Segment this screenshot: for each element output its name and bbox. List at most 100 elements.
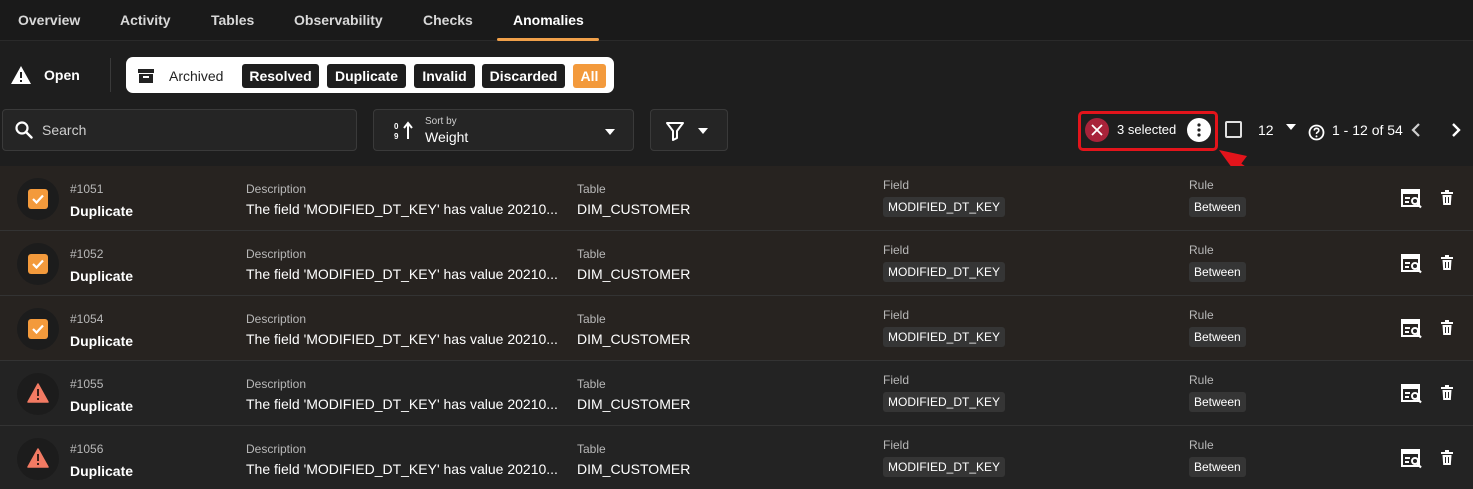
field-label: Field: [883, 438, 910, 452]
archived-button[interactable]: Archived: [137, 64, 223, 88]
page-size-select[interactable]: 12: [1258, 122, 1274, 138]
tab-overview[interactable]: Overview: [18, 0, 80, 41]
row-avatar[interactable]: [17, 438, 59, 480]
rule-tag: Between: [1189, 197, 1246, 217]
inspect-icon[interactable]: [1401, 254, 1423, 274]
anomaly-row[interactable]: #1054 Duplicate Description The field 'M…: [0, 296, 1473, 361]
warning-icon: [27, 448, 49, 468]
tab-checks[interactable]: Checks: [423, 0, 473, 41]
rule-tag: Between: [1189, 457, 1246, 477]
chip-all[interactable]: All: [573, 64, 606, 88]
field-tag: MODIFIED_DT_KEY: [883, 262, 1006, 282]
rule-label: Rule: [1189, 373, 1214, 387]
chevron-right-icon[interactable]: [1450, 121, 1462, 139]
close-icon: [1091, 124, 1103, 136]
trash-icon[interactable]: [1440, 255, 1454, 271]
sort-value: Weight: [425, 129, 469, 145]
description-label: Description: [246, 312, 307, 326]
chip-invalid[interactable]: Invalid: [414, 64, 475, 88]
field-label: Field: [883, 373, 910, 387]
select-all-checkbox[interactable]: [1225, 121, 1242, 138]
rule-tag: Between: [1189, 392, 1246, 412]
anomaly-id: #1056: [70, 442, 104, 456]
checkbox-checked-icon: [32, 259, 44, 270]
description-label: Description: [246, 377, 307, 391]
description-label: Description: [246, 182, 307, 196]
anomaly-row[interactable]: #1051 Duplicate Description The field 'M…: [0, 166, 1473, 231]
trash-icon[interactable]: [1440, 190, 1454, 206]
description-value: The field 'MODIFIED_DT_KEY' has value 20…: [246, 201, 558, 217]
top-tab-bar: Overview Activity Tables Observability C…: [0, 0, 1473, 41]
bulk-actions-button[interactable]: [1187, 118, 1211, 142]
search-box: [2, 109, 357, 151]
chip-duplicate[interactable]: Duplicate: [327, 64, 406, 88]
divider: [110, 58, 111, 92]
row-avatar[interactable]: [17, 373, 59, 415]
caret-down-icon: [605, 129, 615, 135]
table-label: Table: [577, 442, 606, 456]
field-tag: MODIFIED_DT_KEY: [883, 197, 1006, 217]
anomaly-id: #1054: [70, 312, 104, 326]
anomaly-row[interactable]: #1056 Duplicate Description The field 'M…: [0, 426, 1473, 489]
tab-anomalies[interactable]: Anomalies: [513, 0, 584, 41]
filter-button[interactable]: [650, 109, 728, 151]
chip-resolved[interactable]: Resolved: [242, 64, 319, 88]
rule-label: Rule: [1189, 243, 1214, 257]
table-label: Table: [577, 377, 606, 391]
search-input[interactable]: [42, 122, 332, 138]
caret-down-icon[interactable]: [1285, 123, 1297, 131]
inspect-icon[interactable]: [1401, 384, 1423, 404]
tab-activity[interactable]: Activity: [120, 0, 171, 41]
svg-text:9: 9: [394, 132, 399, 141]
inspect-icon[interactable]: [1401, 189, 1423, 209]
status-open-label: Open: [44, 67, 80, 83]
description-value: The field 'MODIFIED_DT_KEY' has value 20…: [246, 331, 558, 347]
search-icon: [15, 121, 33, 139]
table-label: Table: [577, 247, 606, 261]
svg-text:0: 0: [394, 122, 399, 131]
caret-down-icon: [698, 128, 708, 134]
sort-icon: 0 9: [394, 121, 413, 141]
checkbox-checked-icon: [32, 194, 44, 205]
trash-icon[interactable]: [1440, 450, 1454, 466]
anomaly-row[interactable]: #1052 Duplicate Description The field 'M…: [0, 231, 1473, 296]
clear-selection-button[interactable]: [1085, 118, 1109, 142]
anomaly-type: Duplicate: [70, 203, 134, 219]
rule-label: Rule: [1189, 308, 1214, 322]
description-label: Description: [246, 247, 307, 261]
warning-icon: [27, 383, 49, 403]
inspect-icon[interactable]: [1401, 319, 1423, 339]
anomaly-id: #1051: [70, 182, 104, 196]
more-vertical-icon: [1197, 123, 1201, 137]
trash-icon[interactable]: [1440, 385, 1454, 401]
anomaly-type: Duplicate: [70, 463, 134, 479]
anomaly-row[interactable]: #1055 Duplicate Description The field 'M…: [0, 361, 1473, 426]
field-label: Field: [883, 178, 910, 192]
field-label: Field: [883, 243, 910, 257]
inspect-icon[interactable]: [1401, 449, 1423, 469]
field-tag: MODIFIED_DT_KEY: [883, 327, 1006, 347]
rule-label: Rule: [1189, 438, 1214, 452]
help-icon[interactable]: [1308, 124, 1325, 141]
sort-dropdown[interactable]: 0 9 Sort by Weight: [373, 109, 634, 151]
row-checkbox[interactable]: [28, 189, 48, 209]
tab-observability[interactable]: Observability: [294, 0, 383, 41]
row-checkbox[interactable]: [28, 319, 48, 339]
field-tag: MODIFIED_DT_KEY: [883, 457, 1006, 477]
description-label: Description: [246, 442, 307, 456]
table-value: DIM_CUSTOMER: [577, 461, 691, 477]
rule-label: Rule: [1189, 178, 1214, 192]
chevron-left-icon[interactable]: [1410, 121, 1422, 139]
trash-icon[interactable]: [1440, 320, 1454, 336]
status-open-button[interactable]: Open: [10, 60, 80, 90]
tab-tables[interactable]: Tables: [211, 0, 254, 41]
selected-count: 3 selected: [1117, 122, 1177, 137]
filter-icon: [666, 122, 684, 141]
row-checkbox[interactable]: [28, 254, 48, 274]
chip-discarded[interactable]: Discarded: [482, 64, 565, 88]
active-tab-indicator: [497, 38, 599, 41]
table-value: DIM_CUSTOMER: [577, 201, 691, 217]
field-label: Field: [883, 308, 910, 322]
pagination-range: 1 - 12 of 54: [1332, 122, 1403, 138]
table-value: DIM_CUSTOMER: [577, 266, 691, 282]
